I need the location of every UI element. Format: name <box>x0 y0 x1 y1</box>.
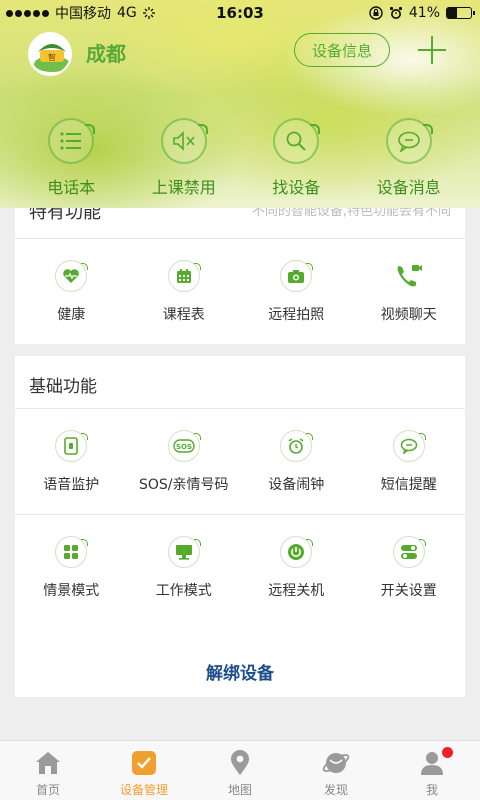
feature-voice-monitor[interactable]: 语音监护 <box>15 430 128 494</box>
feature-remote-photo[interactable]: 远程拍照 <box>240 260 353 324</box>
tab-home[interactable]: 首页 <box>0 741 96 800</box>
quick-phonebook[interactable]: 电话本 <box>15 118 128 198</box>
divider <box>15 514 465 515</box>
tab-label: 我 <box>425 783 438 797</box>
basic-features-card: 基础功能 语音监护 SOS SOS/亲情号码 设备闹钟 短信提醒 情景模式 工作… <box>15 356 465 646</box>
camera-icon <box>280 260 314 292</box>
tab-label: 发现 <box>323 783 348 797</box>
quick-find-device[interactable]: 找设备 <box>240 118 353 198</box>
bottom-tab-bar: 首页 设备管理 地图 发现 我 <box>0 740 480 800</box>
alarm-clock-icon <box>389 6 402 19</box>
divider <box>15 408 465 409</box>
feature-label: 远程拍照 <box>268 307 325 323</box>
feature-remote-shutdown[interactable]: 远程关机 <box>240 536 353 600</box>
notification-badge <box>442 747 453 758</box>
alarm-icon <box>280 430 314 462</box>
chat-bubble-icon <box>385 118 433 164</box>
tab-discover[interactable]: 发现 <box>288 741 384 800</box>
calendar-icon <box>167 260 201 292</box>
basic-features-row-1: 语音监护 SOS SOS/亲情号码 设备闹钟 短信提醒 <box>15 430 465 494</box>
planet-icon <box>322 749 350 777</box>
feature-scene-mode[interactable]: 情景模式 <box>15 536 128 600</box>
feature-label: 设备闹钟 <box>268 477 325 493</box>
special-features-row: 健康 课程表 远程拍照 视频聊天 <box>15 260 465 324</box>
feature-label: SOS/亲情号码 <box>138 477 229 493</box>
feature-health[interactable]: 健康 <box>15 260 128 324</box>
feature-label: 工作模式 <box>155 583 212 599</box>
device-info-button[interactable]: 设备信息 <box>294 33 390 67</box>
battery-icon <box>446 7 475 19</box>
feature-label: 远程关机 <box>268 583 325 599</box>
tab-label: 地图 <box>227 783 252 797</box>
quick-label: 上课禁用 <box>151 178 216 197</box>
carrier-name: 中国移动 <box>55 6 111 22</box>
feature-label: 健康 <box>57 307 86 323</box>
quick-label: 设备消息 <box>376 178 441 197</box>
mute-icon <box>160 118 208 164</box>
toggle-icon <box>392 536 426 568</box>
feature-label: 情景模式 <box>43 583 100 599</box>
video-call-icon <box>393 260 425 292</box>
network-type: 4G <box>117 5 137 21</box>
feature-sos[interactable]: SOS SOS/亲情号码 <box>128 430 241 494</box>
feature-device-alarm[interactable]: 设备闹钟 <box>240 430 353 494</box>
tab-device-management[interactable]: 设备管理 <box>96 741 192 800</box>
feature-switch-settings[interactable]: 开关设置 <box>353 536 466 600</box>
phone-monitor-icon <box>55 430 89 462</box>
feature-video-chat[interactable]: 视频聊天 <box>353 260 466 324</box>
special-features-card: 特有功能 不同的智能设备,特色功能会有不同 健康 课程表 远程拍照 视频聊天 <box>15 208 465 344</box>
svg-text:智: 智 <box>48 52 56 62</box>
divider <box>15 238 465 239</box>
feature-label: 开关设置 <box>380 583 437 599</box>
feature-sms-reminder[interactable]: 短信提醒 <box>353 430 466 494</box>
device-manage-icon <box>130 749 158 777</box>
unbind-device-button[interactable]: 解绑设备 <box>15 645 465 697</box>
tab-label: 设备管理 <box>119 783 168 797</box>
power-icon <box>280 536 314 568</box>
basic-features-row-2: 情景模式 工作模式 远程关机 开关设置 <box>15 536 465 600</box>
message-icon <box>392 430 426 462</box>
feature-label: 语音监护 <box>43 477 100 493</box>
header-banner: 中国移动 4G 16:03 41% 智 成都 设备信息 电话本 上课禁用 找设备… <box>0 0 480 208</box>
quick-label: 找设备 <box>272 178 321 197</box>
monitor-icon <box>167 536 201 568</box>
device-avatar[interactable]: 智 <box>28 32 72 76</box>
tab-me[interactable]: 我 <box>384 741 480 800</box>
quick-actions: 电话本 上课禁用 找设备 设备消息 <box>15 118 465 198</box>
map-pin-icon <box>226 749 254 777</box>
sos-icon: SOS <box>167 430 201 462</box>
status-bar: 中国移动 4G 16:03 41% <box>0 0 480 26</box>
add-device-button[interactable] <box>418 36 446 64</box>
heart-icon <box>55 260 89 292</box>
rotation-lock-icon <box>369 6 383 20</box>
feature-work-mode[interactable]: 工作模式 <box>128 536 241 600</box>
quick-device-messages[interactable]: 设备消息 <box>353 118 466 198</box>
feature-schedule[interactable]: 课程表 <box>128 260 241 324</box>
tab-label: 首页 <box>35 783 60 797</box>
svg-text:SOS: SOS <box>176 443 192 451</box>
loading-icon <box>142 7 155 19</box>
grid-icon <box>55 536 89 568</box>
search-icon <box>273 118 321 164</box>
quick-label: 电话本 <box>47 178 96 197</box>
battery-percent: 41% <box>408 5 440 21</box>
tab-map[interactable]: 地图 <box>192 741 288 800</box>
feature-label: 视频聊天 <box>380 307 437 323</box>
city-label: 成都 <box>86 42 126 66</box>
quick-class-disable[interactable]: 上课禁用 <box>128 118 241 198</box>
feature-label: 短信提醒 <box>380 477 437 493</box>
section-title: 基础功能 <box>29 377 97 397</box>
signal-strength-icon <box>6 9 49 17</box>
feature-label: 课程表 <box>162 307 205 323</box>
home-icon <box>34 749 62 777</box>
list-icon <box>48 118 96 164</box>
